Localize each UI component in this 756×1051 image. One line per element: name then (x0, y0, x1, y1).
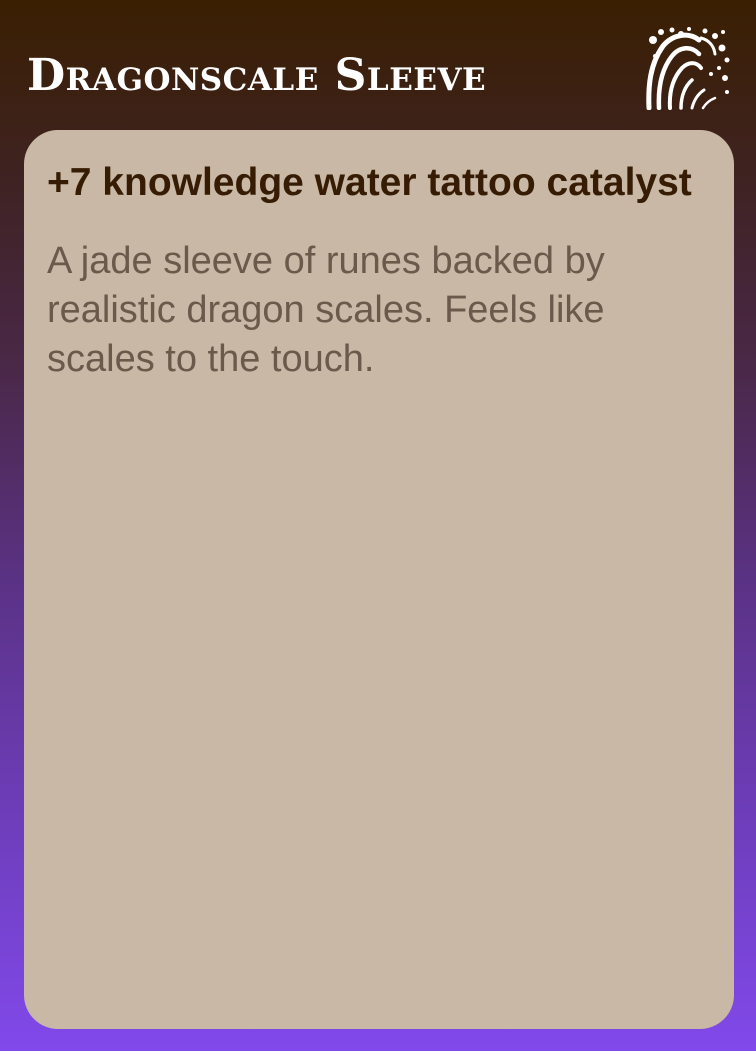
item-description: A jade sleeve of runes backed by realist… (47, 240, 605, 380)
card-title: Dragonscale Sleeve (27, 50, 487, 101)
item-stat-line: +7 knowledge water tattoo catalyst (47, 161, 692, 204)
water-wave-icon (646, 27, 730, 110)
card-header: Dragonscale Sleeve (0, 0, 756, 130)
card-body: +7 knowledge water tattoo catalyst A jad… (24, 130, 734, 1029)
